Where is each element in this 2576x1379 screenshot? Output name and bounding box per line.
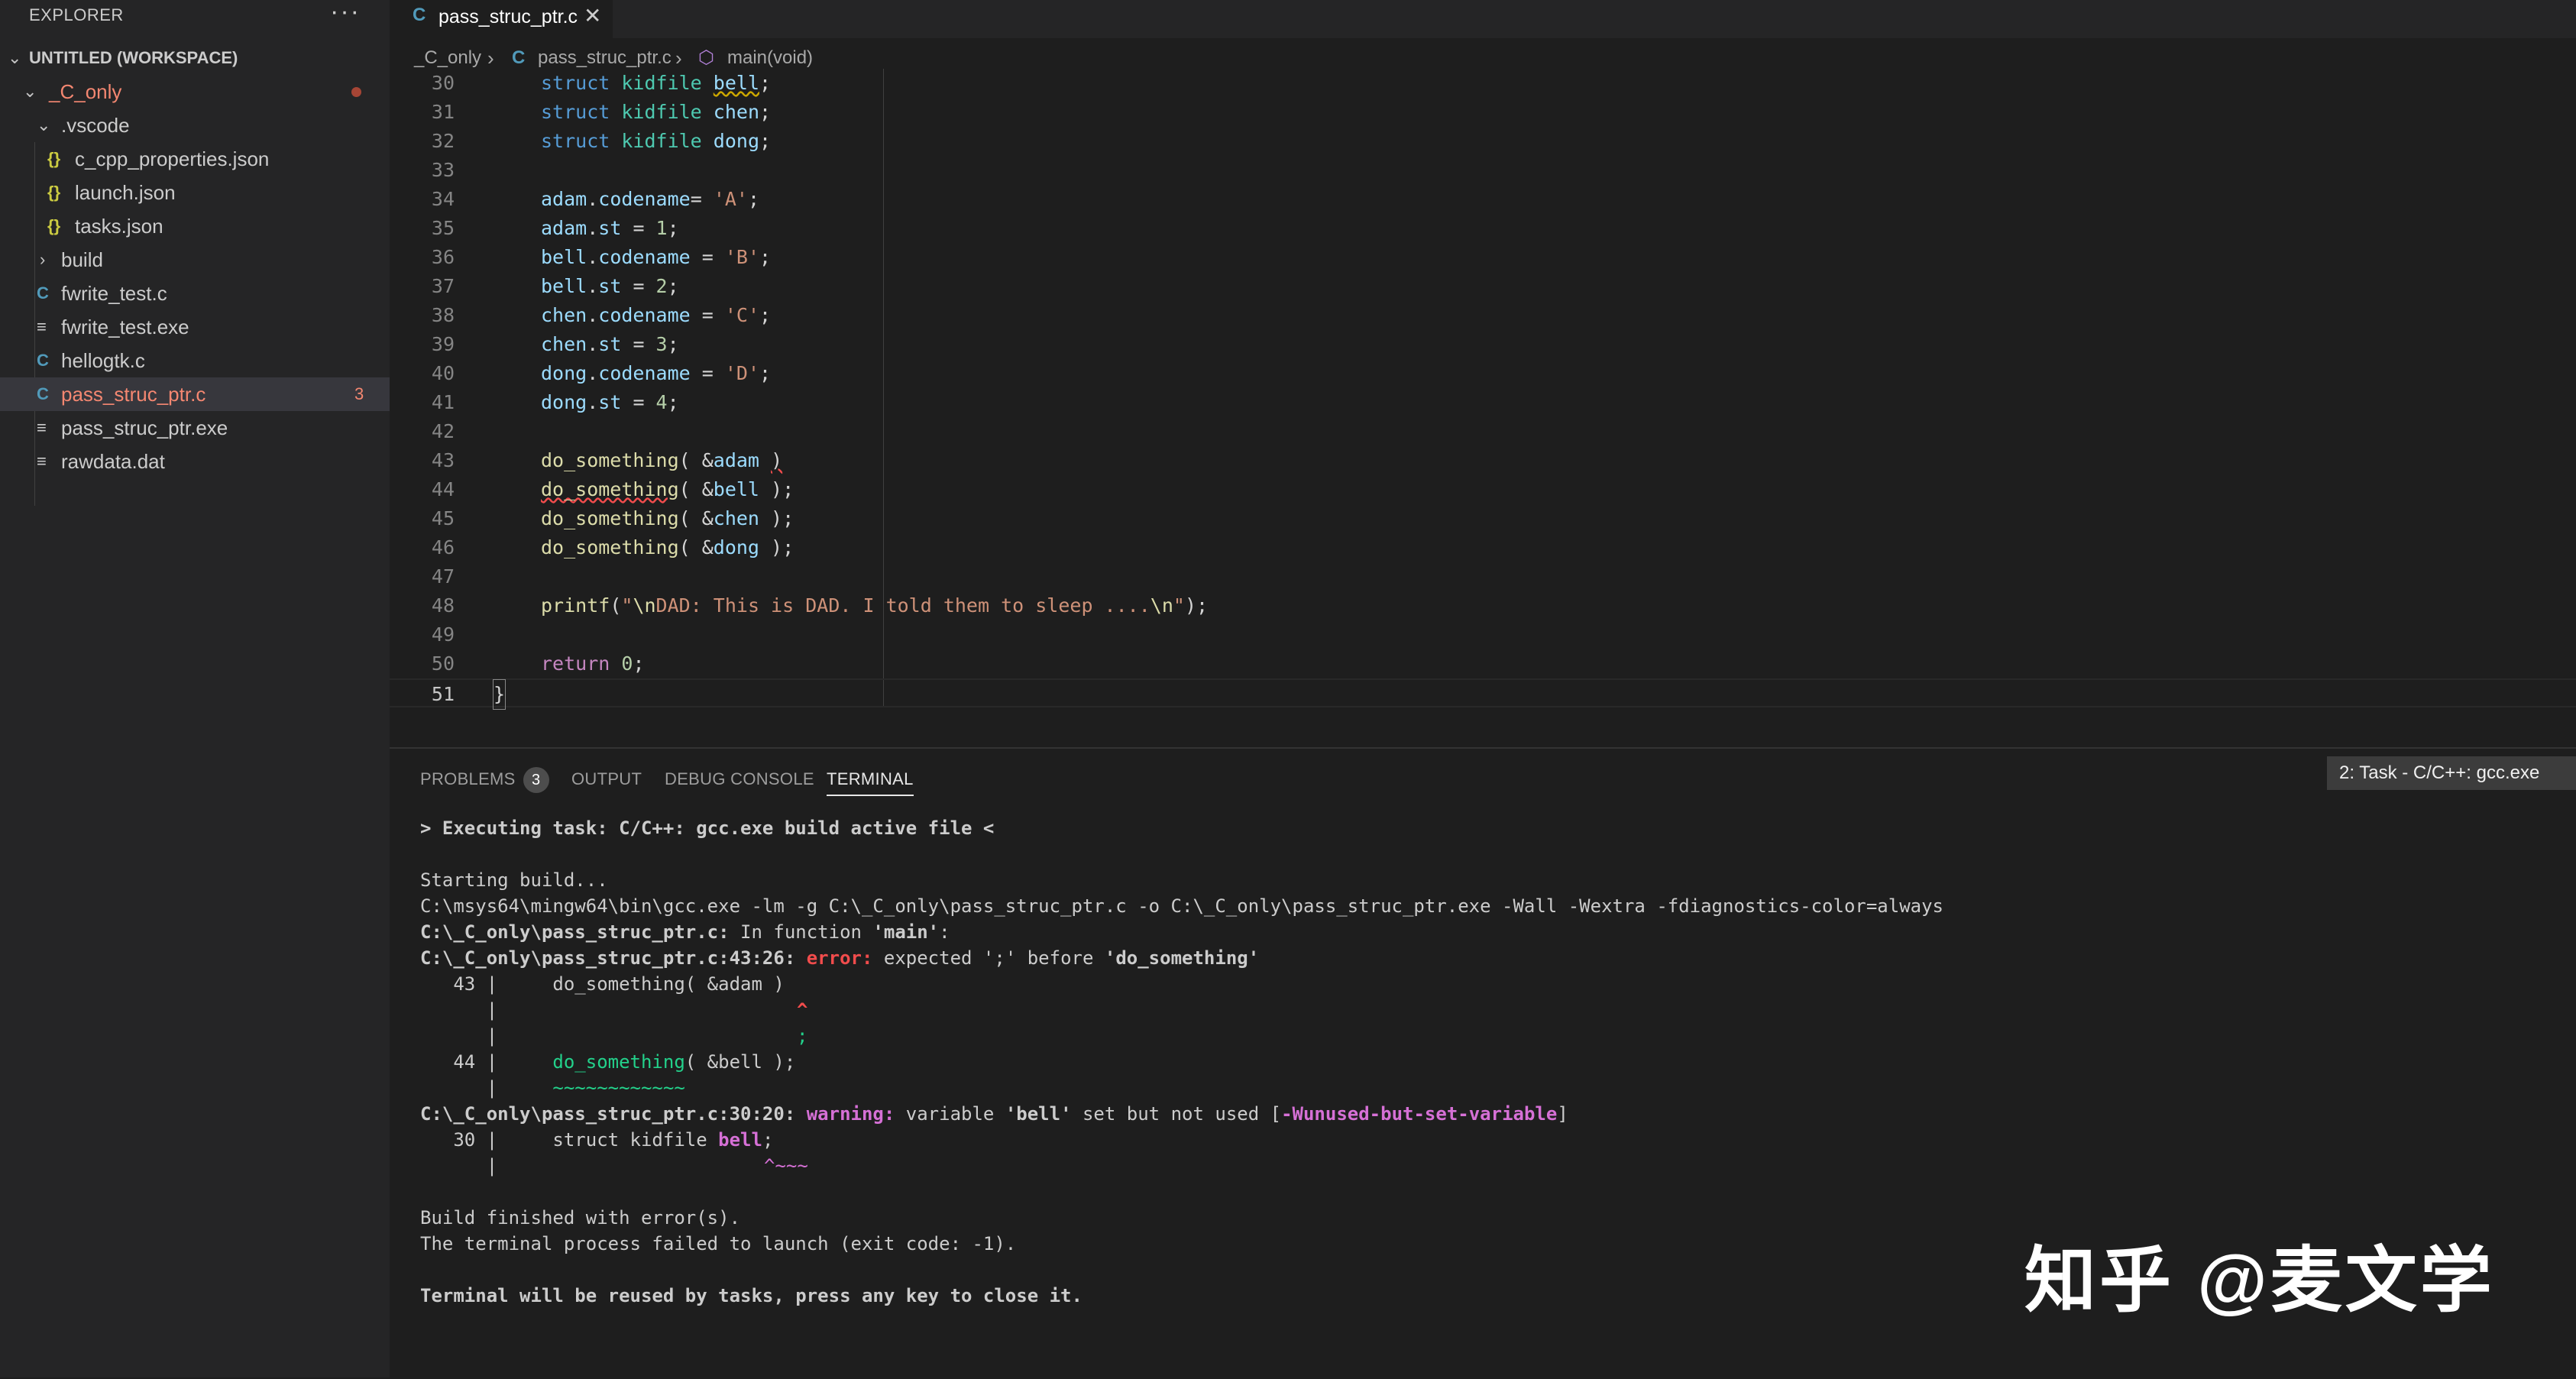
code-line: 34 adam.codename= 'A'; <box>431 188 760 210</box>
c-file-icon: C <box>413 5 426 25</box>
c-file-icon: C <box>37 283 49 303</box>
file-pass-struc-ptr-exe[interactable]: ≡ pass_struc_ptr.exe <box>0 411 390 445</box>
file-fwrite-test-c[interactable]: C fwrite_test.c <box>0 277 390 310</box>
code-line: 50 return 0; <box>431 652 645 675</box>
file-rawdata-dat[interactable]: ≡ rawdata.dat <box>0 445 390 478</box>
modified-dot-icon <box>351 87 361 97</box>
json-file-icon: {} <box>47 183 61 202</box>
json-file-icon: {} <box>47 216 61 235</box>
tree-item-label: .vscode <box>61 114 130 137</box>
code-line: 31 struct kidfile chen; <box>431 101 772 123</box>
tree-item-label: build <box>61 248 103 271</box>
terminal-line: 43 | do_something( &adam ) <box>420 973 785 995</box>
terminal-line: The terminal process failed to launch (e… <box>420 1233 1017 1254</box>
tree-item-label: fwrite_test.c <box>61 282 167 305</box>
file-launch-json[interactable]: {} launch.json <box>0 176 390 209</box>
code-editor[interactable]: 30 struct kidfile bell; 31 struct kidfile … <box>390 69 2576 711</box>
code-line: 33 <box>431 159 455 181</box>
code-line: 44 do_something( &bell ); <box>431 478 794 500</box>
editor-tab-bar: C pass_struc_ptr.c ✕ <box>390 0 2576 38</box>
file-lines-icon: ≡ <box>37 452 47 471</box>
file-tasks-json[interactable]: {} tasks.json <box>0 209 390 243</box>
terminal-line: 44 | do_something( &bell ); <box>420 1051 796 1073</box>
code-line-current: 51} <box>390 678 2576 710</box>
code-line: 39 chen.st = 3; <box>431 333 679 355</box>
tab-pass-struc-ptr-c[interactable]: C pass_struc_ptr.c ✕ <box>390 0 613 38</box>
terminal-line: | ~~~~~~~~~~~~ <box>420 1077 685 1099</box>
code-line: 38 chen.codename = 'C'; <box>431 304 772 326</box>
explorer-title: EXPLORER <box>29 5 124 24</box>
tree-item-label: c_cpp_properties.json <box>75 147 270 170</box>
terminal-line: > Executing task: C/C++: gcc.exe build a… <box>420 817 995 839</box>
code-line: 49 <box>431 623 455 646</box>
terminal-line: C:\_C_only\pass_struc_ptr.c:43:26: error… <box>420 947 1260 969</box>
close-icon[interactable]: ✕ <box>584 3 601 28</box>
chevron-right-icon: › <box>40 250 46 269</box>
terminal-select-dropdown[interactable]: 2: Task - C/C++: gcc.exe <box>2327 756 2576 790</box>
tab-output[interactable]: OUTPUT <box>571 764 642 795</box>
more-actions-icon[interactable]: ··· <box>330 0 361 31</box>
code-line: 43 do_something( &adam ) <box>431 449 783 471</box>
workspace-label: UNTITLED (WORKSPACE) <box>29 48 238 67</box>
tab-debug-console[interactable]: DEBUG CONSOLE <box>665 764 814 795</box>
terminal-line: Starting build... <box>420 869 608 891</box>
file-pass-struc-ptr-c[interactable]: C pass_struc_ptr.c 3 <box>0 377 390 411</box>
folder-build[interactable]: › build <box>0 243 390 277</box>
code-line: 47 <box>431 565 455 588</box>
folder-vscode[interactable]: ⌄ .vscode <box>0 108 390 142</box>
code-line: 36 bell.codename = 'B'; <box>431 246 772 268</box>
tree-item-label: pass_struc_ptr.exe <box>61 416 228 439</box>
tab-problems[interactable]: PROBLEMS 3 <box>420 764 549 795</box>
terminal-line: |; <box>420 1025 808 1047</box>
code-line: 48 printf("\nDAD: This is DAD. I told the… <box>431 594 1209 617</box>
code-line: 30 struct kidfile bell; <box>431 72 772 94</box>
terminal-line: 30 | struct kidfile bell; <box>420 1129 774 1151</box>
terminal-line: C:\_C_only\pass_struc_ptr.c: In function… <box>420 921 950 943</box>
workspace-header[interactable]: ⌄ UNTITLED (WORKSPACE) <box>0 41 390 75</box>
terminal-line: Build finished with error(s). <box>420 1207 741 1228</box>
c-file-icon: C <box>37 351 49 370</box>
chevron-down-icon: ⌄ <box>37 115 51 134</box>
tree-item-label: fwrite_test.exe <box>61 316 189 338</box>
code-line: 37 bell.st = 2; <box>431 275 679 297</box>
tab-label: pass_struc_ptr.c <box>439 6 578 28</box>
code-line: 46 do_something( &dong ); <box>431 536 794 558</box>
terminal-line: | ^ <box>420 999 808 1021</box>
file-c-cpp-properties[interactable]: {} c_cpp_properties.json <box>0 142 390 176</box>
code-line: 40 dong.codename = 'D'; <box>431 362 772 384</box>
code-line: 41 dong.st = 4; <box>431 391 679 413</box>
terminal-line: Terminal will be reused by tasks, press … <box>420 1285 1083 1306</box>
file-fwrite-test-exe[interactable]: ≡ fwrite_test.exe <box>0 310 390 344</box>
terminal-line: | ^~~~ <box>420 1155 808 1177</box>
file-lines-icon: ≡ <box>37 317 47 336</box>
terminal-line: C:\msys64\mingw64\bin\gcc.exe -lm -g C:\… <box>420 895 1943 917</box>
terminal-line: C:\_C_only\pass_struc_ptr.c:30:20: warni… <box>420 1103 1568 1125</box>
code-line: 45 do_something( &chen ); <box>431 507 794 529</box>
problems-count-badge: 3 <box>523 767 549 793</box>
tree-item-label: rawdata.dat <box>61 450 165 473</box>
tab-terminal[interactable]: TERMINAL <box>827 764 914 796</box>
folder-c-only[interactable]: ⌄ _C_only <box>0 75 390 108</box>
explorer-sidebar: EXPLORER ··· ⌄ UNTITLED (WORKSPACE) ⌄ _C… <box>0 0 390 1377</box>
code-line: 42 <box>431 420 455 442</box>
zhihu-watermark: 知乎 @麦文学 <box>2024 1240 2495 1320</box>
tree-item-label: hellogtk.c <box>61 349 145 372</box>
code-line: 32 struct kidfile dong; <box>431 130 772 152</box>
problem-count-badge: 3 <box>354 384 364 403</box>
chevron-down-icon: ⌄ <box>8 48 22 67</box>
tree-item-label: pass_struc_ptr.c <box>61 383 206 406</box>
c-file-icon: C <box>37 384 49 403</box>
code-line: 35 adam.st = 1; <box>431 217 679 239</box>
tree-item-label: launch.json <box>75 181 176 204</box>
file-hellogtk-c[interactable]: C hellogtk.c <box>0 344 390 377</box>
folder-label: _C_only <box>49 80 122 103</box>
chevron-down-icon: ⌄ <box>23 82 37 101</box>
tree-item-label: tasks.json <box>75 215 163 238</box>
file-lines-icon: ≡ <box>37 418 47 437</box>
json-file-icon: {} <box>47 149 61 168</box>
